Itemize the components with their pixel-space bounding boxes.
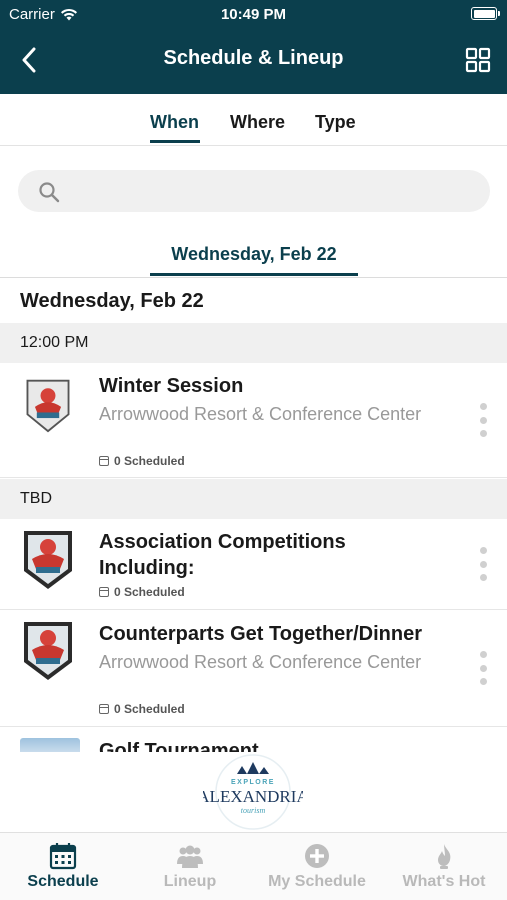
day-heading: Wednesday, Feb 22 <box>20 290 204 312</box>
bottom-tab-bar: Schedule Lineup My Schedule What's Hot <box>0 832 507 900</box>
scheduled-count: 0 Scheduled <box>99 454 185 468</box>
dot-icon <box>479 416 487 424</box>
event-title: Counterparts Get Together/Dinner <box>99 623 422 645</box>
tab-label: Schedule <box>27 873 99 890</box>
more-options-button[interactable] <box>473 403 493 437</box>
people-icon <box>177 845 203 868</box>
calendar-icon <box>49 843 77 870</box>
dot-icon <box>479 547 487 554</box>
tab-schedule[interactable]: Schedule <box>0 833 126 900</box>
sponsor-line-1: EXPLORE <box>231 779 275 786</box>
tab-label: What's Hot <box>402 873 486 890</box>
calendar-icon <box>99 456 109 466</box>
time-label: TBD <box>20 490 52 507</box>
date-tab[interactable]: Wednesday, Feb 22 <box>150 244 358 265</box>
battery-icon <box>471 7 500 20</box>
event-row[interactable]: Association Competitions Including: 0 Sc… <box>0 519 507 610</box>
scheduled-count-label: 0 Scheduled <box>114 702 185 716</box>
sponsor-line-2: ALEXANDRIA <box>203 787 303 806</box>
event-thumbnail <box>20 738 80 752</box>
plus-circle-icon <box>305 844 329 868</box>
search-input[interactable] <box>70 170 470 212</box>
tab-lineup[interactable]: Lineup <box>127 833 253 900</box>
scheduled-count: 0 Scheduled <box>99 702 185 716</box>
tab-label: My Schedule <box>268 873 366 890</box>
tab-label: Lineup <box>163 873 217 890</box>
event-title: Association Competitions Including: <box>99 531 346 579</box>
time-section-header: 12:00 PM <box>0 323 507 363</box>
dot-icon <box>479 560 487 568</box>
event-row[interactable]: Winter Session Arrowwood Resort & Confer… <box>0 363 507 478</box>
date-tab-indicator <box>150 273 358 276</box>
more-options-button[interactable] <box>473 547 493 581</box>
dot-icon <box>479 678 487 685</box>
segment-active-indicator <box>150 140 200 143</box>
event-row[interactable]: Counterparts Get Together/Dinner Arrowwo… <box>0 611 507 727</box>
status-time: 10:49 PM <box>220 6 287 23</box>
dot-icon <box>479 664 487 672</box>
scheduled-count-label: 0 Scheduled <box>114 454 185 468</box>
divider <box>0 277 507 278</box>
app-header: Carrier 10:49 PM Schedule & Lineup <box>0 0 507 94</box>
scheduled-count-label: 0 Scheduled <box>114 585 185 599</box>
tab-whats-hot[interactable]: What's Hot <box>381 833 507 900</box>
dot-icon <box>479 430 487 437</box>
event-venue: Arrowwood Resort & Conference Center <box>99 652 422 672</box>
search-icon <box>39 182 60 203</box>
scheduled-count: 0 Scheduled <box>99 585 185 599</box>
event-shield-logo <box>26 379 70 433</box>
calendar-icon <box>99 587 109 597</box>
more-options-button[interactable] <box>473 651 493 685</box>
search-bar[interactable] <box>18 170 490 212</box>
status-bar: Carrier 10:49 PM <box>0 0 507 30</box>
segment-when[interactable]: When <box>150 112 199 133</box>
dot-icon <box>479 574 487 581</box>
grid-icon <box>465 47 491 73</box>
dot-icon <box>479 651 487 658</box>
calendar-icon <box>99 704 109 714</box>
event-shield-logo <box>24 622 72 680</box>
segment-where[interactable]: Where <box>230 112 285 133</box>
filter-segments: When Where Type <box>0 94 507 146</box>
time-label: 12:00 PM <box>20 334 89 351</box>
tab-my-schedule[interactable]: My Schedule <box>254 833 380 900</box>
time-section-header: TBD <box>0 479 507 519</box>
segment-type[interactable]: Type <box>315 112 356 133</box>
page-title: Schedule & Lineup <box>163 47 344 69</box>
event-venue: Arrowwood Resort & Conference Center <box>99 404 422 424</box>
event-title: Winter Session <box>99 375 244 397</box>
event-shield-logo <box>24 531 72 589</box>
sponsor-logo[interactable]: EXPLORE ALEXANDRIA tourism <box>203 752 303 832</box>
sponsor-line-3: tourism <box>241 806 266 815</box>
event-title[interactable]: Golf Tournament <box>99 738 259 752</box>
dot-icon <box>479 403 487 410</box>
grid-view-button[interactable] <box>465 47 491 73</box>
flame-icon <box>438 844 451 869</box>
